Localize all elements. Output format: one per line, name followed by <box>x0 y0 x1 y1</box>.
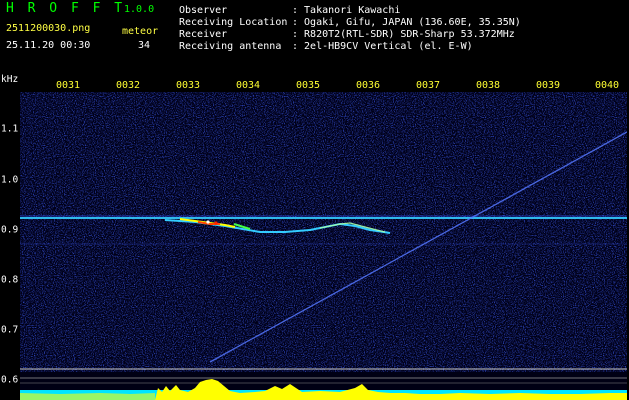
app-version: 1.0.0 <box>124 4 155 15</box>
capture-datetime: 25.11.20 00:30 <box>6 40 91 51</box>
meteor-echo-spot <box>206 220 210 224</box>
x-tick-label: 0032 <box>115 80 141 91</box>
y-tick-label: 1.1 <box>1 123 19 135</box>
noise-field <box>20 92 627 372</box>
spectrogram-plot <box>20 92 627 400</box>
y-tick-label: 0.9 <box>1 224 19 236</box>
location-value: : Ogaki, Gifu, JAPAN (136.60E, 35.35N) <box>292 17 521 28</box>
image-filename: 2511200030.png <box>6 23 91 34</box>
bar-peaks <box>20 393 155 400</box>
x-tick-label: 0040 <box>594 80 620 91</box>
x-tick-label: 0036 <box>355 80 381 91</box>
meteor-label: meteor <box>122 26 159 37</box>
x-tick-label: 0039 <box>535 80 561 91</box>
app-title: H R O F F T <box>6 1 126 16</box>
y-tick-label: 0.6 <box>1 374 19 386</box>
y-tick-label: 1.0 <box>1 174 19 186</box>
observer-label: Observer <box>179 5 228 16</box>
x-tick-label: 0031 <box>55 80 81 91</box>
x-tick-label: 0034 <box>235 80 261 91</box>
meteor-echo-spot <box>214 221 218 225</box>
x-tick-label: 0037 <box>415 80 441 91</box>
x-tick-label: 0038 <box>475 80 501 91</box>
receiver-label: Receiver <box>179 29 228 40</box>
hrofft-window: H R O F F T 1.0.0 2511200030.png meteor … <box>0 0 629 400</box>
y-tick-label: 0.8 <box>1 274 19 286</box>
antenna-value: : 2el-HB9CV Vertical (el. E-W) <box>292 41 473 52</box>
signal-strength-bar <box>20 379 627 400</box>
x-tick-label: 0035 <box>295 80 321 91</box>
y-axis-unit: kHz <box>1 74 19 85</box>
location-label: Receiving Location <box>179 17 288 28</box>
bar-peaks <box>155 379 627 400</box>
observer-value: : Takanori Kawachi <box>292 5 401 16</box>
x-tick-label: 0033 <box>175 80 201 91</box>
antenna-label: Receiving antenna <box>179 41 282 52</box>
meteor-count: 34 <box>138 40 151 51</box>
receiver-value: : R820T2(RTL-SDR) SDR-Sharp 53.372MHz <box>292 29 515 40</box>
y-tick-label: 0.7 <box>1 324 19 336</box>
